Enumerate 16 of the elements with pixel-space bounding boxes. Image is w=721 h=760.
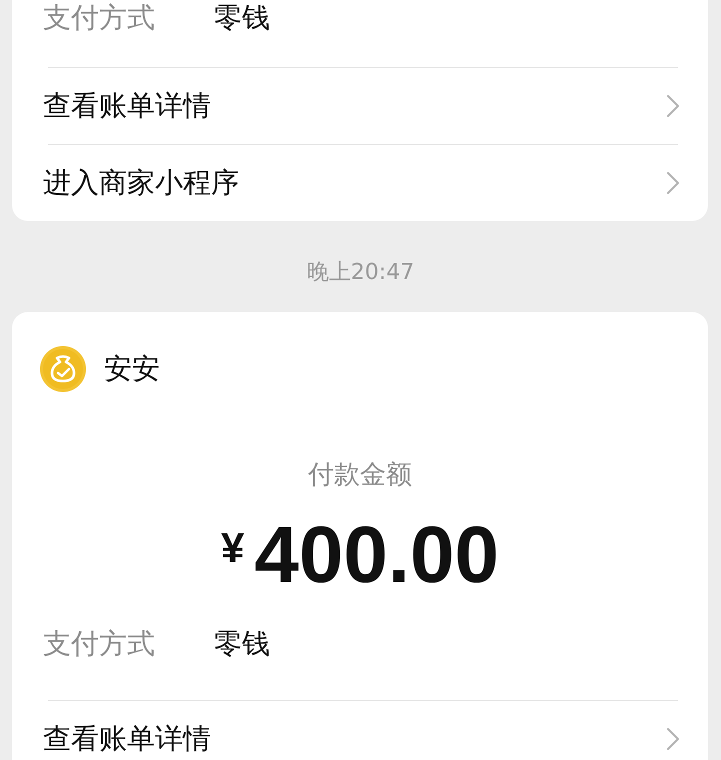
- payment-method-label: 支付方式: [43, 1, 156, 35]
- amount-value: 400.00: [254, 515, 500, 595]
- payment-method-value: 零钱: [214, 1, 270, 35]
- action-row[interactable]: 进入商家小程序: [43, 166, 680, 200]
- money-bag-icon: [40, 346, 86, 392]
- action-row[interactable]: 查看账单详情: [43, 722, 680, 756]
- action-row[interactable]: 查看账单详情: [43, 89, 680, 123]
- chevron-right-icon: [666, 727, 680, 751]
- chevron-right-icon: [666, 171, 680, 195]
- payment-method-value: 零钱: [214, 627, 270, 661]
- chevron-right-icon: [666, 94, 680, 118]
- currency-symbol: ¥: [220, 526, 244, 570]
- merchant-name: 安安: [104, 352, 160, 386]
- amount-label: 付款金额: [308, 459, 412, 491]
- timestamp: 晚上20:47: [306, 260, 414, 286]
- payment-method-label: 支付方式: [43, 627, 156, 661]
